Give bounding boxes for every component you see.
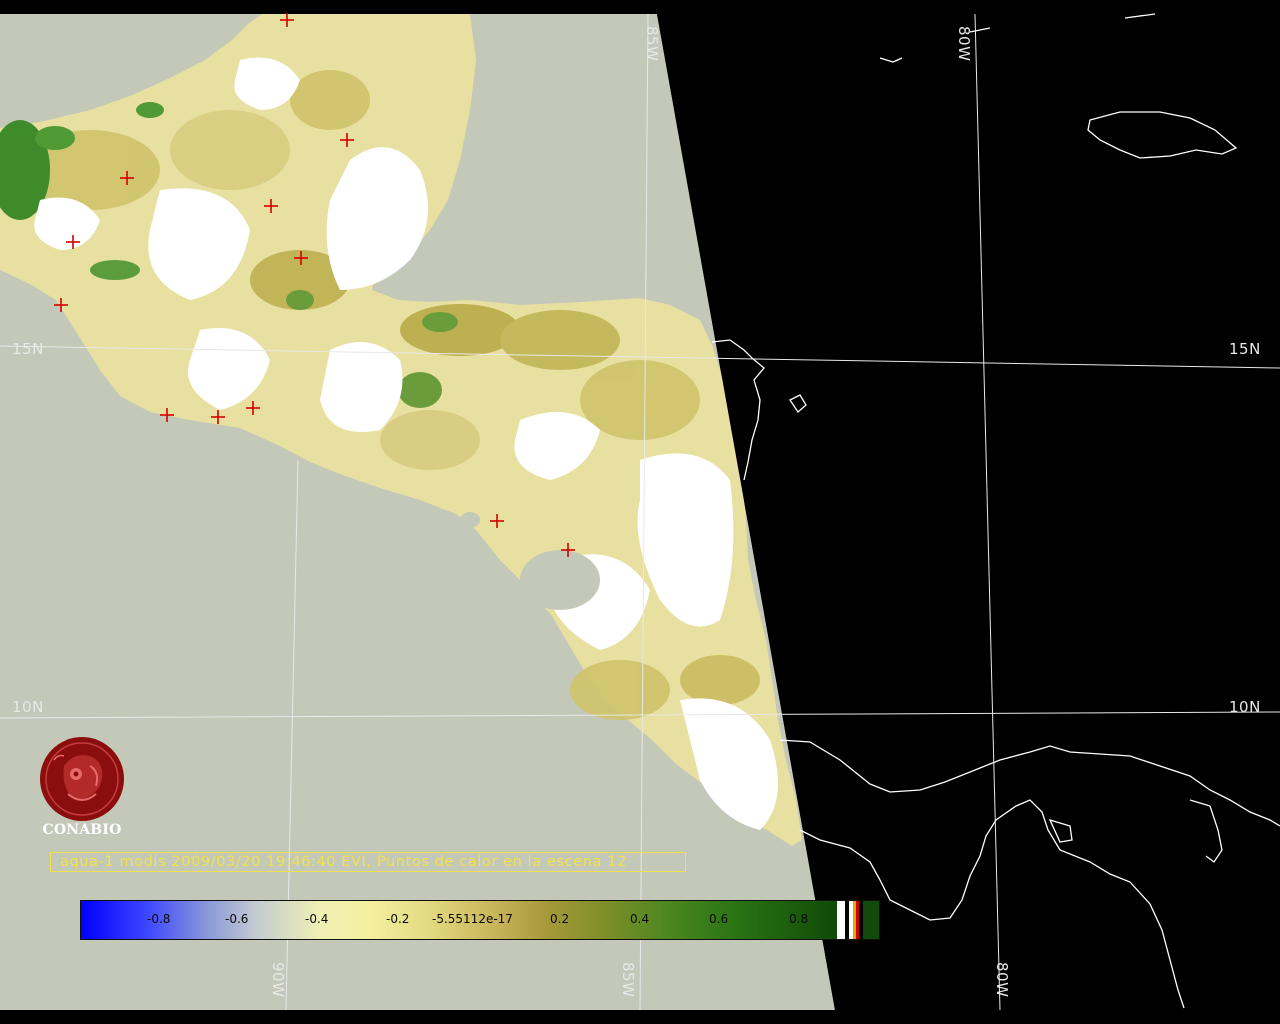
caption-text: aqua-1 modis 2009/03/20 19:46:40 EVI, Pu…: [60, 854, 627, 870]
lon-label-85w-top: 85W: [643, 26, 661, 62]
logo-name: CONABIO: [42, 822, 122, 838]
lon-label-85w-bottom: 85W: [619, 962, 637, 998]
colorbar-tick-label: -0.2: [386, 912, 410, 926]
colorbar-tick-label: -5.55112e-17: [432, 912, 513, 926]
colorbar-tick-label: -0.6: [225, 912, 249, 926]
lon-label-80w-bottom: 80W: [993, 962, 1011, 998]
lon-label-80w-top: 80W: [955, 26, 973, 62]
lat-label-15n-right: 15N: [1229, 340, 1261, 358]
conabio-logo: CONABIO: [34, 736, 130, 842]
colorbar-tick-label: 0.6: [709, 912, 729, 926]
colorbar-tick-label: -0.8: [147, 912, 171, 926]
conabio-seal-icon: [40, 737, 124, 821]
lat-label-15n-left: 15N: [12, 340, 44, 358]
lat-label-10n-right: 10N: [1229, 698, 1261, 716]
colorbar-tick-label: 0.8: [789, 912, 809, 926]
colorbar-tick-label: 0.4: [630, 912, 650, 926]
colorbar-tick-label: 0.2: [550, 912, 570, 926]
evi-colorbar: -0.8 -0.6 -0.4 -0.2 -5.55112e-17 0.2 0.4…: [80, 900, 880, 940]
satellite-map-view: 15N 15N 10N 10N 85W 80W 90W 85W 80W CONA…: [0, 0, 1280, 1024]
colorbar-tick-label: -0.4: [305, 912, 329, 926]
colorbar-special-black-2: [859, 901, 863, 939]
lat-label-10n-left: 10N: [12, 698, 44, 716]
colorbar-special-white-1: [837, 901, 845, 939]
lon-label-90w-bottom: 90W: [269, 962, 287, 998]
